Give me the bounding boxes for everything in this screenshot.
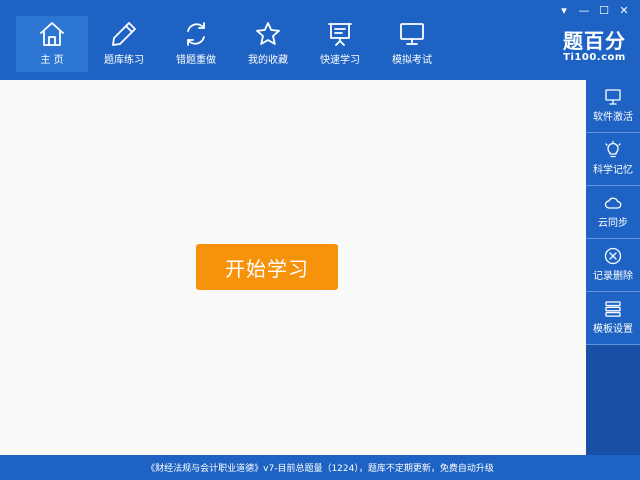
sidebar-item-cloud-sync[interactable]: 云同步 <box>586 186 640 239</box>
nav-item-practice[interactable]: 题库练习 <box>88 16 160 72</box>
status-bar: 《财经法规与会计职业道德》v7-目前总题量（1224），题库不定期更新，免费自动… <box>0 455 640 480</box>
close-circle-icon <box>604 247 622 265</box>
monitor-icon <box>400 23 424 45</box>
refresh-icon <box>187 22 205 46</box>
star-icon <box>256 22 280 45</box>
brand-name: 题百分 <box>563 29 626 53</box>
sidebar-item-delete-records[interactable]: 记录删除 <box>586 239 640 292</box>
maximize-icon[interactable]: ☐ <box>594 2 614 18</box>
monitor-icon <box>605 89 621 105</box>
nav-item-redo-wrong[interactable]: 错题重做 <box>160 16 232 72</box>
nav-item-label: 主 页 <box>40 55 64 66</box>
layers-icon <box>605 301 621 317</box>
sidebar-item-memory[interactable]: 科学记忆 <box>586 133 640 186</box>
brand-logo: 题百分 Ti100.com <box>563 30 626 64</box>
minimize-icon[interactable]: — <box>574 2 594 18</box>
sidebar-item-label: 云同步 <box>598 218 628 229</box>
menu-dropdown-icon[interactable]: ▾ <box>554 2 574 18</box>
main-nav: 主 页 题库练习 错题重做 我的收藏 快速学习 模拟考试 <box>16 16 448 72</box>
nav-item-home[interactable]: 主 页 <box>16 16 88 72</box>
home-icon <box>40 22 64 46</box>
sidebar-item-label: 记录删除 <box>593 271 633 282</box>
start-study-button[interactable]: 开始学习 <box>196 244 338 290</box>
nav-item-mock-exam[interactable]: 模拟考试 <box>376 16 448 72</box>
pencil-icon <box>112 22 136 46</box>
brand-url: Ti100.com <box>563 52 626 63</box>
nav-item-label: 我的收藏 <box>248 55 288 66</box>
nav-item-favorites[interactable]: 我的收藏 <box>232 16 304 72</box>
main-content: 开始学习 <box>0 80 586 455</box>
sidebar-item-template-settings[interactable]: 模板设置 <box>586 292 640 345</box>
close-icon[interactable]: ✕ <box>614 2 634 18</box>
nav-item-label: 模拟考试 <box>392 55 432 66</box>
sidebar-item-label: 模板设置 <box>593 324 633 335</box>
nav-item-label: 题库练习 <box>104 55 144 66</box>
sidebar-item-label: 科学记忆 <box>593 165 633 176</box>
lightbulb-icon <box>605 141 621 158</box>
top-bar: 主 页 题库练习 错题重做 我的收藏 快速学习 模拟考试 ▾ — ☐ ✕ 题百分 <box>0 0 640 80</box>
nav-item-label: 错题重做 <box>176 55 216 66</box>
sidebar-item-label: 软件激活 <box>593 112 633 123</box>
presentation-icon <box>328 23 352 46</box>
window-controls: ▾ — ☐ ✕ <box>554 2 634 18</box>
sidebar-item-activate[interactable]: 软件激活 <box>586 80 640 133</box>
right-sidebar: 软件激活 科学记忆 云同步 记录删除 模板设置 <box>586 80 640 455</box>
nav-item-label: 快速学习 <box>320 55 360 66</box>
nav-item-quick-study[interactable]: 快速学习 <box>304 16 376 72</box>
status-text: 《财经法规与会计职业道德》v7-目前总题量（1224），题库不定期更新，免费自动… <box>146 464 494 474</box>
cloud-icon <box>604 197 622 209</box>
